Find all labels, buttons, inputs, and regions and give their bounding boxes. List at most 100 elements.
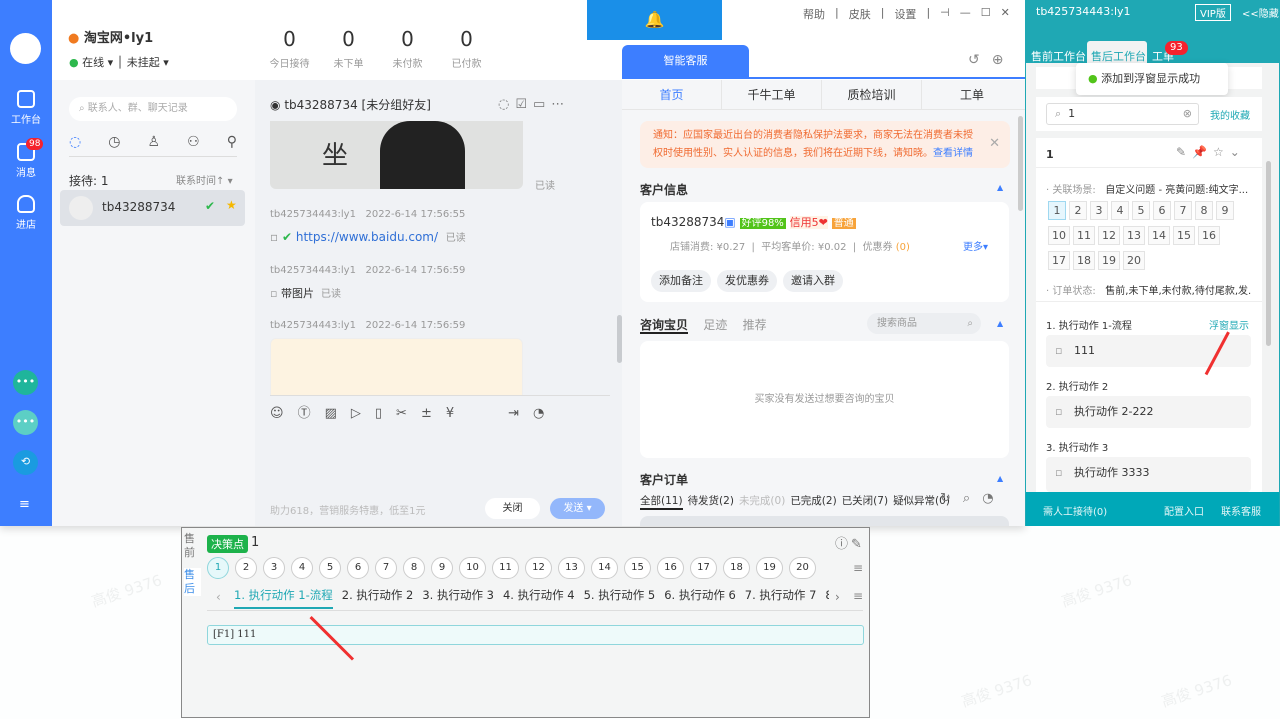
emoji-icon[interactable]: ☺ — [270, 406, 298, 421]
scene-number[interactable]: 10 — [1048, 226, 1070, 245]
group-tab-icon[interactable]: ⚇ — [187, 134, 200, 150]
contact-support-link[interactable]: 联系客服 — [1221, 503, 1261, 518]
close-button[interactable]: 关闭 — [485, 498, 540, 519]
tab-ticket[interactable]: 工单 — [922, 80, 1022, 110]
tab-presale[interactable]: 售前工作台 — [1031, 48, 1086, 64]
scene-number[interactable]: 19 — [1098, 251, 1120, 270]
history-icon[interactable]: ◔ — [982, 491, 1005, 506]
nav-messages[interactable]: 消息 98 — [0, 138, 52, 179]
config-entry-link[interactable]: 配置入口 — [1164, 503, 1204, 518]
video-icon[interactable]: ▷ — [351, 406, 375, 421]
avatar[interactable] — [10, 33, 41, 64]
side-tab-presale[interactable]: 售前 — [184, 532, 201, 560]
decision-number[interactable]: 12 — [525, 557, 552, 579]
settings-link[interactable]: 设置 — [894, 6, 916, 22]
add-icon[interactable]: ⊕ — [992, 52, 1016, 68]
decision-number[interactable]: 6 — [347, 557, 369, 579]
action-tab[interactable]: 7. 执行动作 7 — [745, 587, 817, 603]
recent-tab-icon[interactable]: ◷ — [108, 134, 120, 150]
decision-number[interactable]: 1 — [207, 557, 229, 579]
edit-icon[interactable]: ✎ — [851, 537, 865, 552]
hangup-dropdown[interactable]: 未挂起 — [127, 56, 160, 69]
copy-icon[interactable]: ▣ — [724, 215, 735, 229]
decision-number[interactable]: 18 — [723, 557, 750, 579]
hide-button[interactable]: <<隐藏 — [1242, 5, 1279, 20]
chevron-down-icon[interactable]: ⌄ — [1230, 145, 1246, 159]
image-icon[interactable]: ▨ — [325, 406, 351, 421]
action-tab[interactable]: 1. 执行动作 1-流程 — [234, 587, 333, 609]
decision-number[interactable]: 15 — [624, 557, 651, 579]
list-icon[interactable]: ≡ — [853, 589, 863, 603]
help-link[interactable]: 帮助 — [803, 6, 825, 22]
scene-number[interactable]: 9 — [1216, 201, 1234, 220]
refresh-icon[interactable]: ↺ — [968, 52, 992, 68]
plugin-icon[interactable]: ⟲ — [13, 450, 38, 475]
tab-consult-goods[interactable]: 咨询宝贝 — [640, 318, 689, 334]
action-content[interactable]: ▫ 执行动作 3333 — [1046, 457, 1251, 492]
action-tab[interactable]: 3. 执行动作 3 — [422, 587, 494, 603]
minimize-icon[interactable]: — — [960, 6, 971, 22]
transfer-icon[interactable]: ⇥ — [508, 406, 533, 421]
star-icon[interactable]: ★ — [226, 198, 237, 212]
search-icon[interactable]: ⌕ — [963, 491, 982, 506]
decision-number[interactable]: 9 — [431, 557, 453, 579]
contact-tab-icon[interactable]: ♙ — [148, 134, 161, 150]
action-content[interactable]: ▫ 执行动作 2-222 — [1046, 396, 1251, 428]
edit-icon[interactable]: ✎ — [1176, 145, 1192, 159]
order-tab[interactable]: 待发货(2) — [688, 493, 734, 510]
action-content[interactable]: [F1] 111 — [207, 625, 864, 645]
knowledge-search[interactable]: ⌕ 1 ⊗ — [1046, 103, 1199, 125]
prev-icon[interactable]: ‹ — [216, 590, 221, 604]
chat-bot-icon[interactable]: ••• — [13, 370, 38, 395]
notice-link[interactable]: 查看详情 — [933, 148, 973, 159]
action-tab[interactable]: 8. — [825, 588, 829, 602]
promo-text[interactable]: 助力618，营销服务特惠，低至1元 — [270, 502, 425, 517]
order-tab-all[interactable]: 全部(11) — [640, 493, 683, 510]
tab-smart-service[interactable]: 智能客服 — [622, 45, 749, 77]
scene-number[interactable]: 7 — [1174, 201, 1192, 220]
decision-number[interactable]: 13 — [558, 557, 585, 579]
scene-number[interactable]: 5 — [1132, 201, 1150, 220]
action-tab[interactable]: 2. 执行动作 2 — [342, 587, 414, 603]
contact-search[interactable]: ⌕ 联系人、群、聊天记录 — [69, 97, 237, 121]
collapse-icon[interactable]: ▲ — [997, 474, 1003, 483]
decision-number[interactable]: 4 — [291, 557, 313, 579]
scene-number[interactable]: 3 — [1090, 201, 1108, 220]
nav-workbench[interactable]: 工作台 — [0, 90, 52, 126]
action-tab[interactable]: 4. 执行动作 4 — [503, 587, 575, 603]
more-dropdown[interactable]: 更多▾ — [963, 238, 988, 253]
send-button[interactable]: 发送 ▾ — [550, 498, 605, 519]
scene-number[interactable]: 18 — [1073, 251, 1095, 270]
decision-number[interactable]: 17 — [690, 557, 717, 579]
quick-reply-icon[interactable]: ◌ — [498, 97, 515, 112]
order-tab[interactable]: 已完成(2) — [790, 493, 836, 510]
tab-recommend[interactable]: 推荐 — [743, 318, 767, 332]
action-content[interactable]: ▫ 111 — [1046, 335, 1251, 367]
file-icon[interactable]: ▯ — [375, 406, 396, 421]
assistant-scrollbar[interactable] — [1266, 161, 1271, 346]
status-dropdown[interactable]: 在线 — [82, 56, 104, 69]
chat-bot-alt-icon[interactable]: ••• — [13, 410, 38, 435]
scene-number[interactable]: 20 — [1123, 251, 1145, 270]
tab-home[interactable]: 首页 — [622, 80, 722, 110]
decision-number[interactable]: 11 — [492, 557, 519, 579]
add-note-button[interactable]: 添加备注 — [651, 270, 711, 292]
bell-icon[interactable]: 🔔 — [587, 0, 722, 40]
task-icon[interactable]: ☑ — [515, 97, 533, 112]
close-icon[interactable]: ✕ — [1001, 6, 1010, 22]
scene-number[interactable]: 16 — [1198, 226, 1220, 245]
panel-scrollbar[interactable] — [1018, 116, 1023, 211]
collapse-icon[interactable]: ▲ — [997, 319, 1003, 328]
maximize-icon[interactable]: ☐ — [981, 6, 991, 22]
next-icon[interactable]: › — [835, 590, 840, 604]
scene-number[interactable]: 15 — [1173, 226, 1195, 245]
tab-qianniu-order[interactable]: 千牛工单 — [722, 80, 822, 110]
send-coupon-button[interactable]: 发优惠券 — [717, 270, 777, 292]
video-icon[interactable]: ▭ — [533, 97, 551, 112]
decision-number[interactable]: 14 — [591, 557, 618, 579]
tab-qa-training[interactable]: 质检培训 — [822, 80, 922, 110]
skin-link[interactable]: 皮肤 — [849, 6, 871, 22]
pin-icon[interactable]: 📌 — [1192, 145, 1213, 159]
scene-number[interactable]: 11 — [1073, 226, 1095, 245]
scene-number[interactable]: 13 — [1123, 226, 1145, 245]
